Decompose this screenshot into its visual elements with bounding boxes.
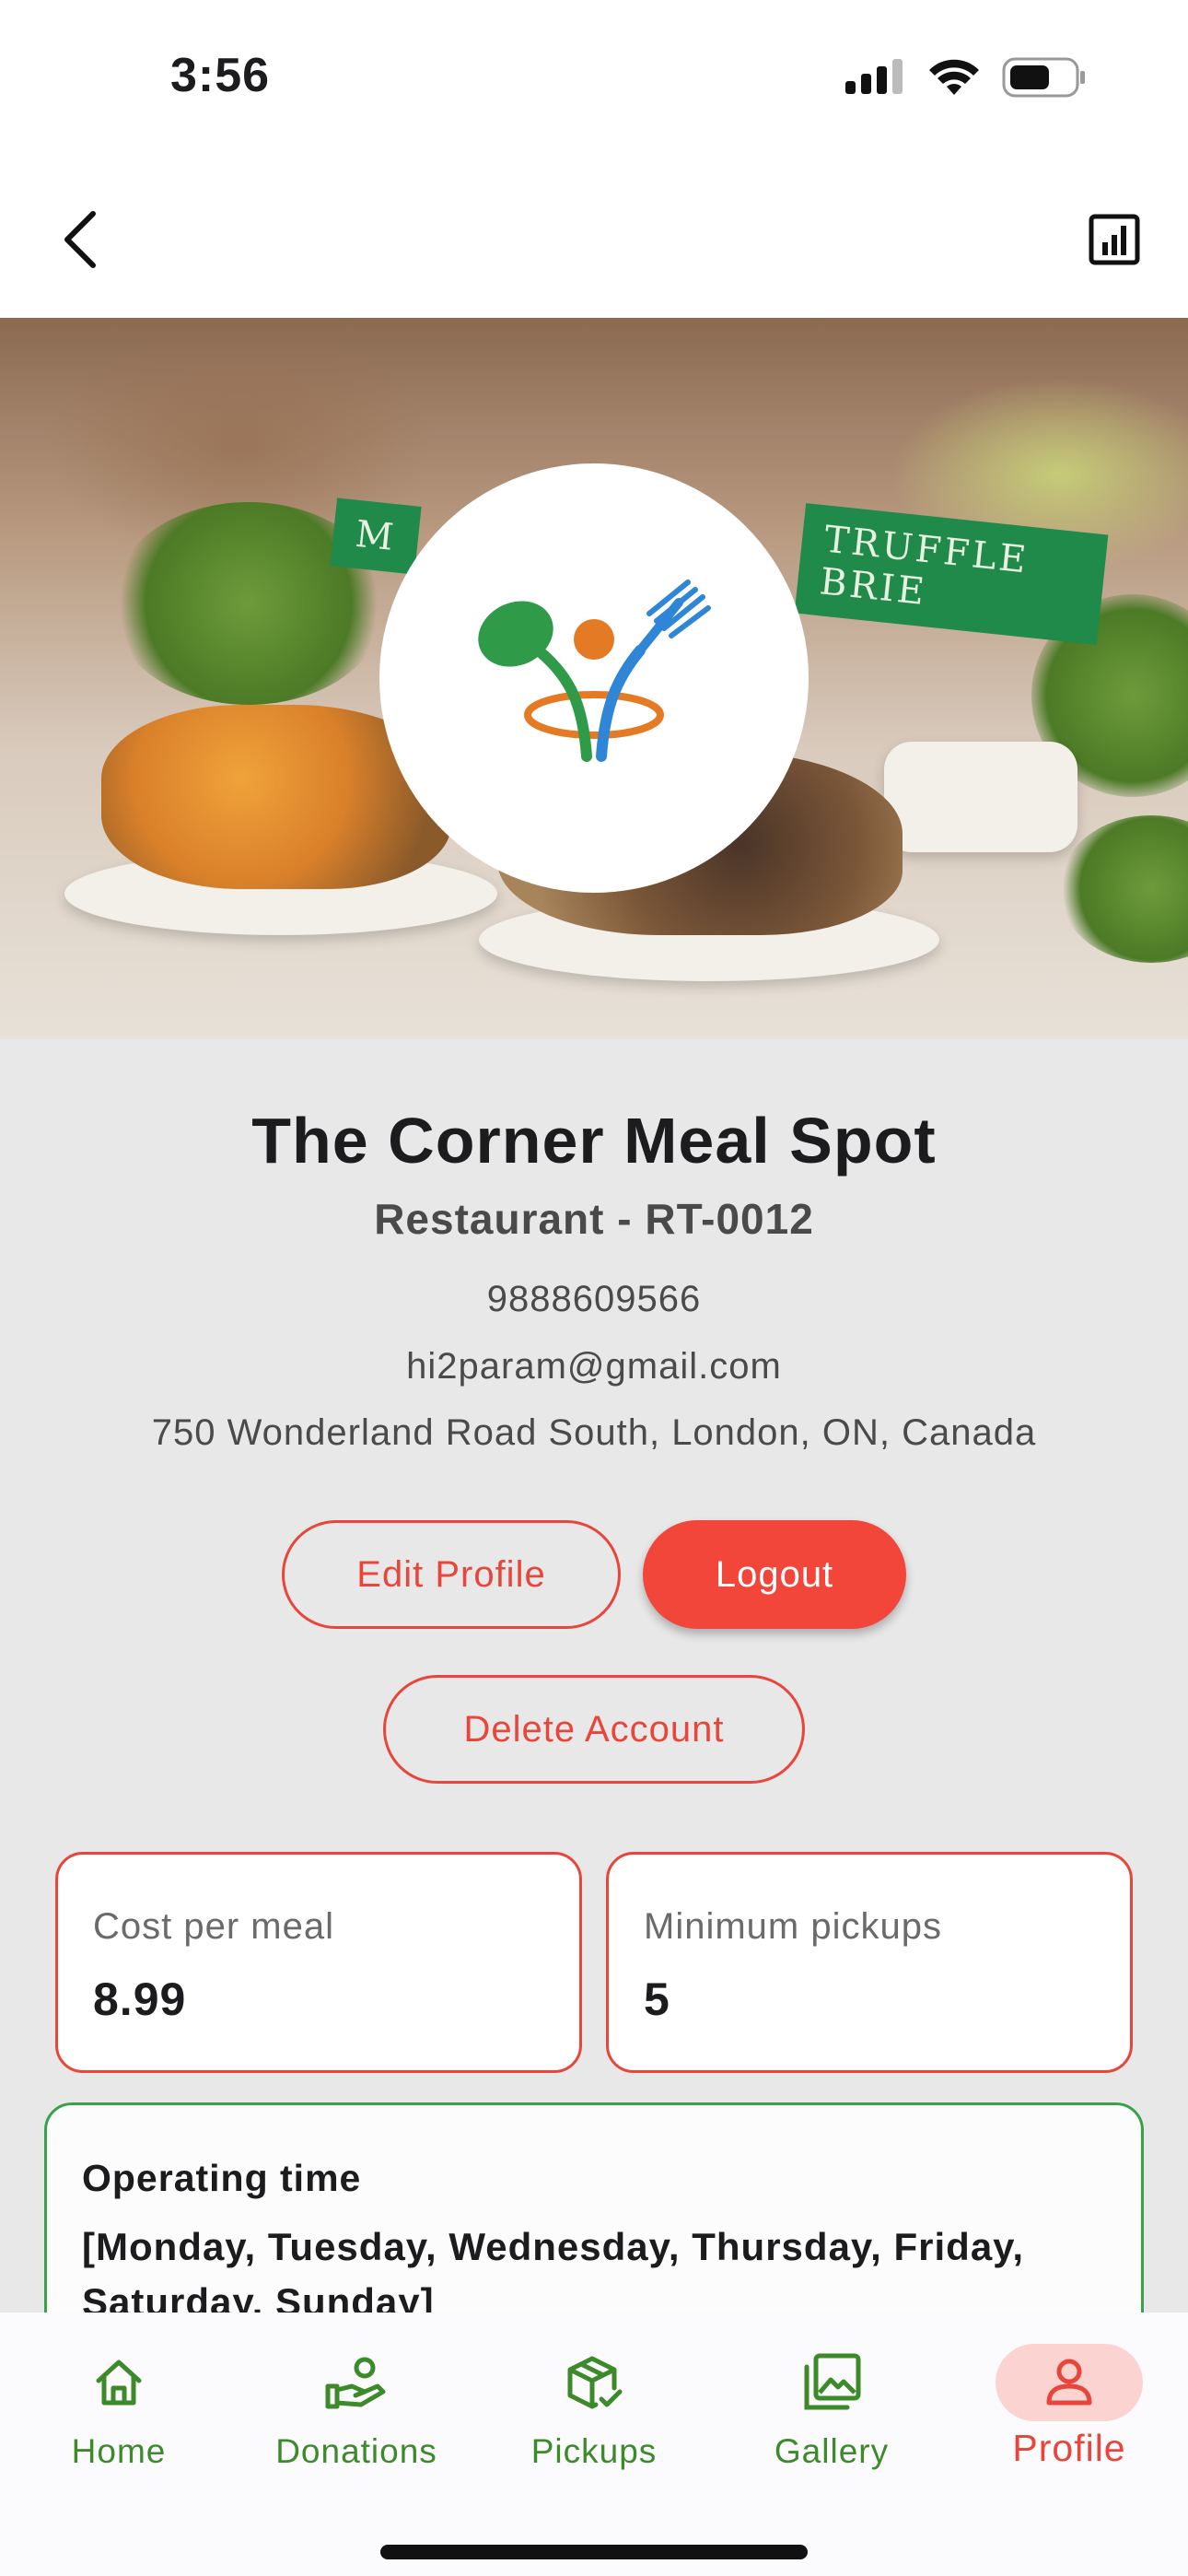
food-rescue-logo-icon [478,580,711,762]
restaurant-subtitle: Restaurant - RT-0012 [374,1195,814,1243]
operating-time-card: Operating time [Monday, Tuesday, Wednesd… [44,2102,1144,2313]
cost-per-meal-card: Cost per meal 8.99 [55,1852,582,2073]
status-time: 3:56 [170,49,271,102]
hero-cover-image: M TRUFFLE BRIE [0,318,1188,1039]
bar-chart-icon [1089,214,1140,265]
tab-donations[interactable]: Donations [238,2313,475,2497]
home-icon [45,2344,192,2421]
wifi-icon [928,58,980,101]
battery-icon [1002,57,1087,102]
edit-profile-button[interactable]: Edit Profile [282,1520,621,1629]
top-nav-bar [0,161,1188,318]
plate-decoration [884,742,1077,852]
tab-pickups-label: Pickups [530,2432,658,2470]
tab-pickups[interactable]: Pickups [475,2313,713,2497]
tab-donations-label: Donations [275,2432,437,2470]
tab-home-label: Home [71,2432,167,2470]
bottom-tab-bar: Home Donations Pickups Gallery Profile [0,2313,1188,2576]
status-bar: 3:56 [0,0,1188,161]
restaurant-name: The Corner Meal Spot [251,1105,937,1177]
person-icon [996,2344,1143,2421]
stats-button[interactable] [1082,207,1147,272]
logout-button[interactable]: Logout [643,1520,906,1629]
tab-profile[interactable]: Profile [950,2313,1188,2497]
tab-gallery[interactable]: Gallery [713,2313,950,2497]
flag-decoration: TRUFFLE BRIE [794,503,1109,645]
operating-days: [Monday, Tuesday, Wednesday, Thursday, F… [82,2225,1025,2313]
email-address: hi2param@gmail.com [406,1346,782,1387]
package-check-icon [520,2344,668,2421]
tab-gallery-label: Gallery [774,2432,890,2470]
delete-account-button[interactable]: Delete Account [383,1675,805,1784]
tab-profile-label: Profile [1012,2427,1126,2469]
gallery-icon [758,2344,905,2421]
minimum-pickups-value: 5 [644,1973,670,2025]
operating-time-title: Operating time [82,2157,362,2199]
street-address: 750 Wonderland Road South, London, ON, C… [151,1412,1037,1453]
minimum-pickups-label: Minimum pickups [644,1906,942,1947]
chevron-left-icon [64,211,96,268]
back-button[interactable] [48,207,112,272]
cost-per-meal-value: 8.99 [93,1973,187,2025]
profile-content: The Corner Meal Spot Restaurant - RT-001… [0,1039,1188,2313]
signal-icon [845,59,906,100]
status-icons [845,57,1087,102]
phone-number: 9888609566 [486,1279,702,1319]
flag-decoration: M [330,498,422,575]
home-indicator [380,2545,808,2559]
restaurant-logo [379,463,809,893]
tab-home[interactable]: Home [0,2313,238,2497]
cost-per-meal-label: Cost per meal [93,1906,334,1947]
minimum-pickups-card: Minimum pickups 5 [606,1852,1133,2073]
microgreens-decoration [1059,815,1188,963]
donation-hand-icon [283,2344,430,2421]
